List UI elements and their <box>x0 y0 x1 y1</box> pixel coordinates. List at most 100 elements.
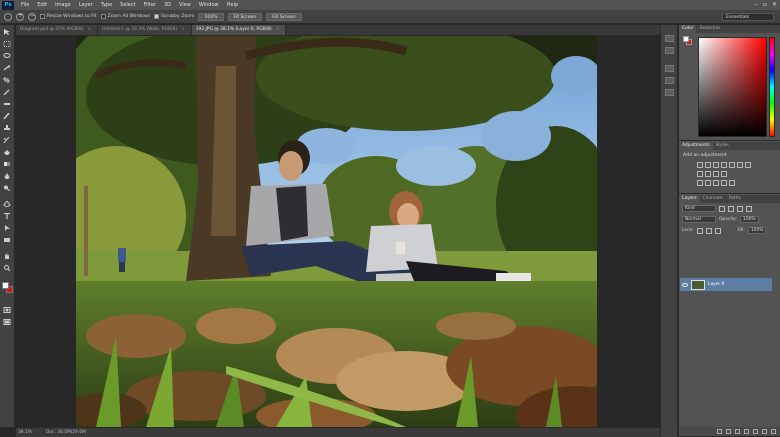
tab-untitled[interactable]: Untitled-1 @ 33.3% (Walk, RGB/8) × <box>98 25 192 35</box>
eraser-icon[interactable] <box>3 149 11 155</box>
lock-position-icon[interactable] <box>705 227 712 234</box>
spot-heal-icon[interactable] <box>3 101 11 107</box>
menu-help[interactable]: Help <box>223 2 242 8</box>
quick-mask-icon[interactable] <box>3 307 11 313</box>
selective-color-icon[interactable] <box>729 180 735 186</box>
photo-filter-icon[interactable] <box>705 171 711 177</box>
visibility-eye-icon[interactable] <box>682 282 688 287</box>
adjustment-filter-icon[interactable] <box>728 205 734 212</box>
screen-mode-icon[interactable] <box>3 319 11 325</box>
maximize-button[interactable]: ▫ <box>763 1 767 8</box>
history-brush-icon[interactable] <box>3 137 11 143</box>
new-group-icon[interactable] <box>753 429 758 434</box>
add-mask-icon[interactable] <box>735 429 740 434</box>
color-balance-icon[interactable] <box>745 162 751 168</box>
blend-mode-select[interactable]: Normal <box>682 216 716 223</box>
menu-layer[interactable]: Layer <box>75 2 97 8</box>
brightness-icon[interactable] <box>697 162 703 168</box>
hand-icon[interactable] <box>3 253 11 259</box>
menu-type[interactable]: Type <box>97 2 116 8</box>
kind-filter-select[interactable]: Kind <box>682 205 716 212</box>
marquee-icon[interactable] <box>3 41 11 47</box>
fill-screen-button[interactable]: Fill Screen <box>266 12 302 21</box>
crop-icon[interactable] <box>3 77 11 83</box>
menu-file[interactable]: File <box>17 2 33 8</box>
character-panel-icon[interactable] <box>665 77 674 84</box>
tab-adjustments[interactable]: Adjustments <box>679 142 713 150</box>
type-filter-icon[interactable] <box>737 205 743 212</box>
clone-stamp-icon[interactable] <box>3 125 11 131</box>
menu-filter[interactable]: Filter <box>140 2 160 8</box>
close-tab-icon[interactable]: × <box>276 27 280 32</box>
shape-filter-icon[interactable] <box>746 205 752 212</box>
blur-icon[interactable] <box>3 173 11 179</box>
document-image[interactable] <box>76 36 597 427</box>
paragraph-panel-icon[interactable] <box>665 65 674 72</box>
tab-swatches[interactable]: Swatches <box>696 25 723 33</box>
zoom-all-checkbox[interactable]: Zoom All Windows <box>100 14 150 19</box>
invert-icon[interactable] <box>697 180 703 186</box>
minimize-button[interactable]: – <box>755 1 758 8</box>
workspace-select[interactable]: Essentials <box>722 13 774 21</box>
foreground-color-swatch[interactable] <box>2 282 9 289</box>
layer-style-icon[interactable] <box>726 429 731 434</box>
shape-icon[interactable] <box>3 237 11 243</box>
eyedropper-icon[interactable] <box>3 89 11 95</box>
threshold-icon[interactable] <box>713 180 719 186</box>
tab-styles[interactable]: Styles <box>713 142 732 150</box>
link-layers-icon[interactable] <box>717 429 722 434</box>
checkbox-box[interactable] <box>40 14 45 19</box>
black-white-icon[interactable] <box>697 171 703 177</box>
gradient-map-icon[interactable] <box>721 180 727 186</box>
pen-icon[interactable] <box>3 201 11 207</box>
tab-diagram[interactable]: Diagram.psd @ 25% (RGB/8) × <box>16 25 99 35</box>
tab-color[interactable]: Color <box>679 25 697 33</box>
hue-saturation-icon[interactable] <box>737 162 743 168</box>
resize-windows-checkbox[interactable]: Resize Windows to Fit <box>40 14 97 19</box>
tab-paths[interactable]: Paths <box>726 195 744 203</box>
fill-input[interactable]: 100% <box>747 227 767 234</box>
tab-layers[interactable]: Layers <box>679 195 700 203</box>
zoom-out-icon[interactable] <box>28 12 36 21</box>
brush-icon[interactable] <box>3 113 11 119</box>
gradient-icon[interactable] <box>3 161 11 167</box>
menu-view[interactable]: View <box>175 2 195 8</box>
path-select-icon[interactable] <box>3 225 11 231</box>
zoom-tool-icon[interactable] <box>4 12 12 21</box>
color-lookup-icon[interactable] <box>721 171 727 177</box>
close-tab-icon[interactable]: × <box>88 27 92 32</box>
canvas-area[interactable] <box>16 35 660 427</box>
menu-select[interactable]: Select <box>116 2 139 8</box>
lasso-icon[interactable] <box>3 53 11 59</box>
zoom-100-button[interactable]: 100% <box>198 12 224 21</box>
vibrance-icon[interactable] <box>729 162 735 168</box>
foreground-color-swatch[interactable] <box>683 36 689 42</box>
fit-screen-button[interactable]: Fit Screen <box>227 12 263 21</box>
tab-channels[interactable]: Channels <box>700 195 726 203</box>
checkbox-box[interactable] <box>100 14 106 19</box>
layer-name[interactable]: Layer 0 <box>708 282 724 287</box>
zoom-icon[interactable] <box>3 265 11 271</box>
layer-row[interactable]: Layer 0 <box>680 278 772 291</box>
history-panel-icon[interactable] <box>665 35 674 42</box>
dodge-icon[interactable] <box>3 185 11 191</box>
lock-pixels-icon[interactable] <box>696 227 703 234</box>
checkbox-box[interactable] <box>153 14 159 19</box>
move-icon[interactable] <box>3 29 11 35</box>
zoom-in-icon[interactable] <box>16 12 24 21</box>
info-panel-icon[interactable] <box>665 89 674 96</box>
pixel-filter-icon[interactable] <box>719 205 725 212</box>
curves-icon[interactable] <box>713 162 719 168</box>
menu-window[interactable]: Window <box>195 2 223 8</box>
close-button[interactable]: ✕ <box>772 1 777 8</box>
exposure-icon[interactable] <box>721 162 727 168</box>
new-adjustment-icon[interactable] <box>744 429 749 434</box>
posterize-icon[interactable] <box>705 180 711 186</box>
menu-3d[interactable]: 3D <box>160 2 175 8</box>
menu-image[interactable]: Image <box>51 2 75 8</box>
lock-all-icon[interactable] <box>714 227 721 234</box>
tab-392-jpg[interactable]: 392.JPG @ 38.1% (Layer 0, RGB/8) × <box>191 25 287 35</box>
type-icon[interactable] <box>3 213 11 219</box>
new-layer-icon[interactable] <box>762 429 767 434</box>
menu-edit[interactable]: Edit <box>33 2 51 8</box>
